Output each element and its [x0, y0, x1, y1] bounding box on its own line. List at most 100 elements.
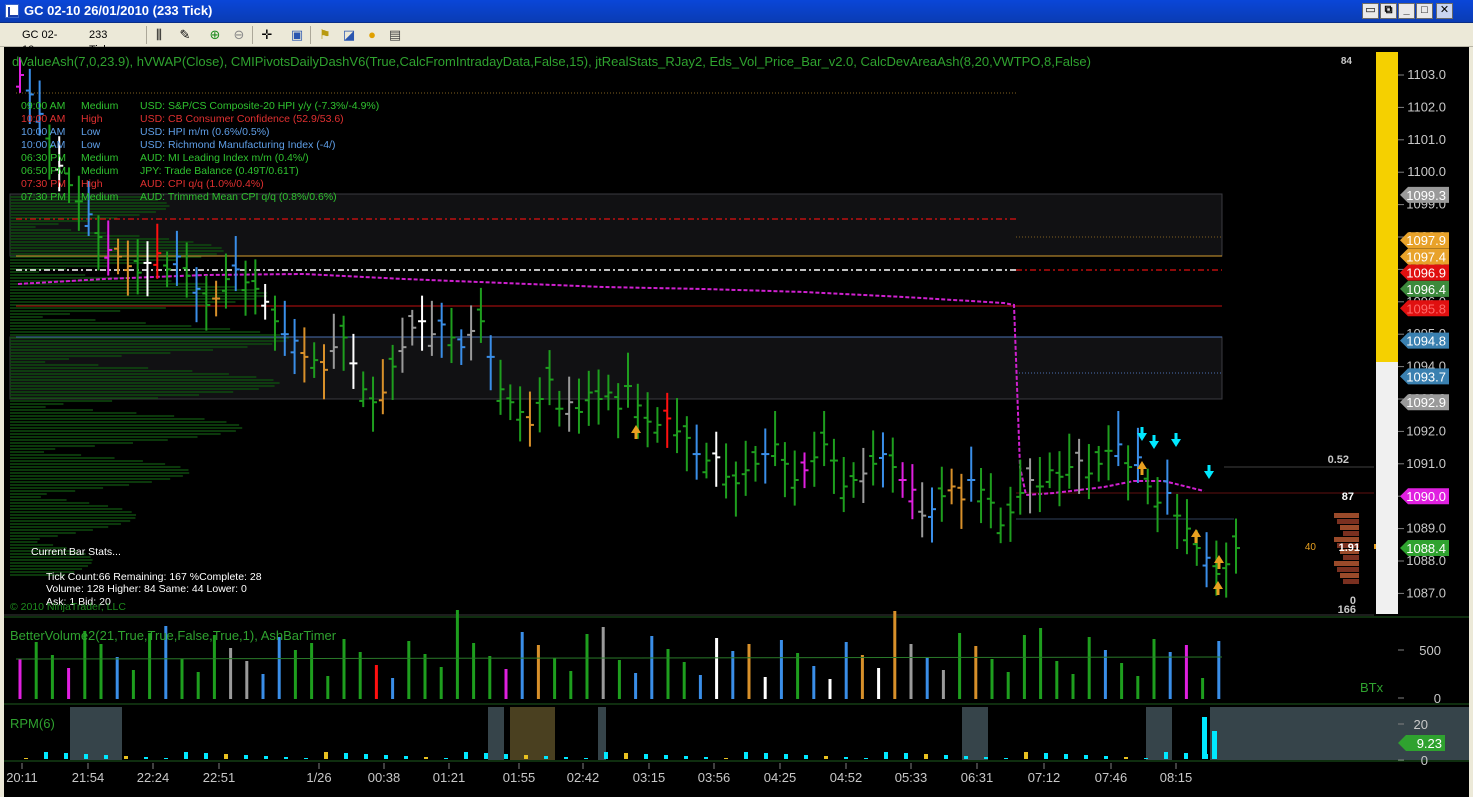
depth-bar — [1334, 561, 1359, 566]
time-tick-label: 03:15 — [633, 770, 666, 785]
rpm-bar — [364, 754, 368, 759]
bar-type-icon[interactable]: ⫼ — [150, 27, 168, 43]
time-tick-label: 22:51 — [203, 770, 236, 785]
rpm-bar — [404, 756, 408, 759]
zoom-in-icon[interactable]: ⊕ — [206, 27, 224, 43]
news-desc: AUD: Trimmed Mean CPI q/q (0.8%/0.6%) — [140, 191, 337, 203]
rpm-band — [92, 707, 122, 760]
news-impact: Medium — [81, 191, 119, 203]
rpm-bar — [1144, 758, 1148, 759]
price-tick-label: 1092.0 — [1406, 423, 1446, 438]
rpm-bar — [1024, 752, 1028, 759]
news-time: 06:50 PM — [21, 165, 66, 177]
maximize-button[interactable]: □ — [1416, 3, 1433, 19]
rpm-bar — [944, 755, 948, 759]
news-impact: High — [81, 113, 103, 125]
price-marker-label: 1090.0 — [1406, 489, 1446, 504]
rpm-bar — [964, 756, 968, 759]
depth-bar — [1340, 573, 1359, 578]
data-box-icon[interactable]: ▣ — [288, 27, 306, 43]
restore-icon[interactable]: ▭ — [1362, 3, 1379, 19]
interval-selector[interactable]: 233 Tick▼ — [84, 27, 142, 56]
rpm-band — [1146, 707, 1172, 760]
rpm-band — [488, 707, 504, 760]
strategy-icon[interactable]: ⚑ — [316, 27, 334, 43]
window-titlebar[interactable]: GC 02-10 26/01/2010 (233 Tick) ▭ ⧉ _ □ ✕ — [0, 0, 1473, 23]
rpm-bar — [304, 758, 308, 759]
news-time: 07:30 PM — [21, 191, 66, 203]
rpm-bar — [904, 753, 908, 759]
price-marker-label: 1097.4 — [1406, 249, 1446, 264]
time-tick-label: 22:24 — [137, 770, 170, 785]
minimize-button[interactable]: _ — [1398, 3, 1415, 19]
price-tick-label: 1091.0 — [1406, 456, 1446, 471]
rpm-bar — [84, 754, 88, 759]
buy-signal-arrow-icon — [1191, 529, 1201, 543]
price-tick-label: 1102.0 — [1407, 99, 1446, 114]
news-impact: Medium — [81, 100, 119, 112]
order-icon[interactable]: ● — [363, 27, 381, 43]
float-icon[interactable]: ⧉ — [1380, 3, 1397, 19]
indicator-icon[interactable]: ◪ — [340, 27, 358, 43]
rpm-tick-label: 20 — [1414, 717, 1428, 732]
volume-tick-label: 0 — [1434, 691, 1441, 706]
zoom-out-icon[interactable]: ⊖ — [230, 27, 248, 43]
stat-label: 166 — [1338, 604, 1356, 616]
rpm-bar — [844, 757, 848, 759]
rpm-bar — [44, 752, 48, 759]
news-impact: Medium — [81, 152, 119, 164]
drawing-pencil-icon[interactable]: ✎ — [176, 27, 194, 43]
instrument-selector[interactable]: GC 02-10▼ — [17, 27, 81, 56]
rpm-bar — [324, 752, 328, 759]
depth-bar — [1334, 513, 1359, 518]
news-desc: AUD: CPI q/q (1.0%/0.4%) — [140, 178, 264, 190]
depth-bar — [1343, 579, 1359, 584]
rpm-bar — [284, 757, 288, 759]
news-time: 10:00 AM — [21, 126, 66, 138]
rpm-bar — [204, 753, 208, 759]
depth-bar — [1343, 555, 1359, 560]
rpm-bar — [384, 755, 388, 759]
close-button[interactable]: ✕ — [1436, 3, 1453, 19]
rpm-bar — [564, 757, 568, 759]
rpm-bar — [1104, 756, 1108, 759]
stat-label: 1.91 — [1339, 542, 1360, 554]
price-tick-label: 1101.0 — [1407, 132, 1446, 147]
rpm-bar — [924, 754, 928, 759]
time-tick-label: 03:56 — [698, 770, 731, 785]
price-marker-label: 1095.8 — [1406, 301, 1446, 316]
rpm-bar — [104, 755, 108, 759]
rpm-bar — [664, 755, 668, 759]
sell-signal-arrow-icon — [1149, 435, 1159, 449]
chart-toolbar: GC 02-10▼ 233 Tick▼ ⫼ ✎ ⊕ ⊖ ✛ ▣ ⚑ ◪ ● ▤ — [0, 23, 1473, 56]
bar-stats-line: Tick Count:66 Remaining: 167 %Complete: … — [46, 570, 262, 583]
rpm-bar — [224, 754, 228, 759]
price-tick-label: 1100.0 — [1407, 164, 1446, 179]
rpm-bar — [1084, 755, 1088, 759]
price-marker-label: 1088.4 — [1406, 541, 1446, 556]
price-marker-label: 1099.3 — [1406, 188, 1446, 203]
crosshair-icon[interactable]: ✛ — [258, 27, 276, 43]
stat-label: 40 — [1305, 542, 1317, 553]
news-time: 10:00 AM — [21, 139, 66, 151]
window-title: GC 02-10 26/01/2010 (233 Tick) — [24, 3, 213, 18]
current-bar-stats: Current Bar Stats... Tick Count:66 Remai… — [31, 546, 262, 608]
copyright-text: © 2010 NinjaTrader, LLC — [10, 601, 126, 613]
price-marker-label: 1096.9 — [1406, 266, 1446, 281]
time-tick-label: 08:15 — [1160, 770, 1193, 785]
rpm-bar — [1124, 757, 1128, 759]
properties-icon[interactable]: ▤ — [386, 27, 404, 43]
news-impact: High — [81, 178, 103, 190]
volume-tick-label: 500 — [1419, 643, 1441, 658]
news-impact: Medium — [81, 165, 119, 177]
time-tick-label: 20:11 — [6, 770, 38, 785]
rpm-bar — [1004, 758, 1008, 759]
rpm-bar — [344, 753, 348, 759]
time-tick-label: 04:52 — [830, 770, 863, 785]
price-marker-label: 1097.9 — [1406, 233, 1446, 248]
news-desc: USD: S&P/CS Composite-20 HPI y/y (-7.3%/… — [140, 100, 380, 112]
btx-label: BTx — [1360, 680, 1384, 695]
price-axis-strip — [1376, 362, 1398, 614]
rpm-band — [510, 707, 555, 760]
news-desc: AUD: MI Leading Index m/m (0.4%/) — [140, 152, 309, 164]
